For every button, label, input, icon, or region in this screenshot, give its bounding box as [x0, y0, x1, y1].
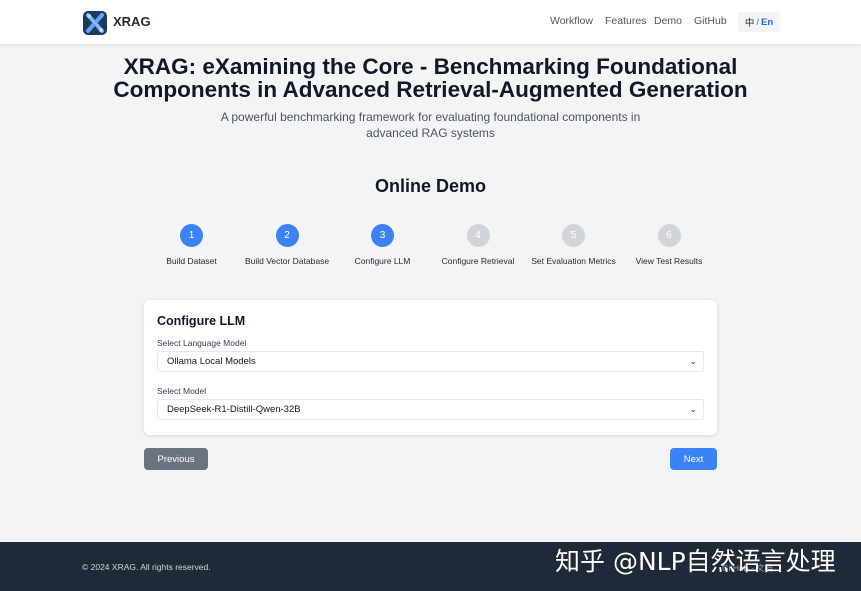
step-number: 3	[371, 224, 394, 247]
step-6: 6 View Test Results	[614, 224, 724, 266]
step-label: View Test Results	[635, 256, 703, 266]
step-label: Configure Retrieval	[441, 256, 515, 266]
step-number: 4	[466, 224, 490, 247]
previous-button[interactable]: Previous	[144, 448, 208, 470]
model-label: Select Model	[157, 386, 207, 396]
step-3: 3 Configure LLM	[328, 224, 438, 266]
step-1: 1 Build Dataset	[137, 224, 247, 266]
step-number: 2	[275, 224, 299, 247]
nav-features[interactable]: Features	[605, 15, 646, 27]
step-5: 5 Set Evaluation Metrics	[519, 224, 629, 266]
lang-en[interactable]: En	[761, 17, 773, 28]
step-number: 6	[657, 224, 681, 247]
step-label: Set Evaluation Metrics	[531, 256, 616, 266]
model-value: DeepSeek-R1-Distill-Qwen-32B	[167, 404, 301, 415]
watermark-text: 知乎 @NLP自然语言处理	[555, 547, 836, 576]
step-label: Build Dataset	[166, 256, 217, 266]
next-button[interactable]: Next	[670, 448, 717, 470]
chevron-down-icon: ⌄	[689, 404, 697, 414]
footer: © 2024 XRAG. All rights reserved. GitHub…	[0, 542, 861, 591]
model-select[interactable]: DeepSeek-R1-Distill-Qwen-32B ⌄	[157, 399, 704, 420]
card-title: Configure LLM	[157, 314, 246, 328]
nav-demo[interactable]: Demo	[654, 15, 682, 27]
language-model-value: Ollama Local Models	[167, 356, 256, 367]
lang-zh[interactable]: 中	[745, 15, 755, 29]
language-model-select[interactable]: Ollama Local Models ⌄	[157, 351, 704, 372]
step-2: 2 Build Vector Database	[232, 224, 342, 266]
step-4: 4 Configure Retrieval	[423, 224, 533, 266]
brand-name[interactable]: XRAG	[113, 14, 151, 29]
configure-llm-card: Configure LLM Select Language Model Olla…	[144, 300, 717, 435]
language-model-label: Select Language Model	[157, 338, 247, 348]
page-title: XRAG: eXamining the Core - Benchmarking …	[113, 54, 748, 102]
step-number: 5	[562, 224, 585, 247]
page-subtitle: A powerful benchmarking framework for ev…	[220, 110, 641, 140]
top-navbar: XRAG Workflow Features Demo GitHub 中 / E…	[0, 0, 861, 45]
nav-github[interactable]: GitHub	[694, 15, 727, 27]
lang-separator: /	[756, 16, 759, 28]
demo-section-title: Online Demo	[374, 176, 486, 196]
nav-workflow[interactable]: Workflow	[550, 15, 593, 27]
step-label: Build Vector Database	[244, 256, 330, 266]
step-number: 1	[180, 224, 203, 247]
step-label: Configure LLM	[354, 256, 411, 266]
xrag-logo-icon[interactable]	[82, 10, 108, 36]
chevron-down-icon: ⌄	[689, 356, 697, 366]
copyright-text: © 2024 XRAG. All rights reserved.	[82, 562, 211, 572]
language-toggle[interactable]: 中 / En	[738, 12, 780, 32]
